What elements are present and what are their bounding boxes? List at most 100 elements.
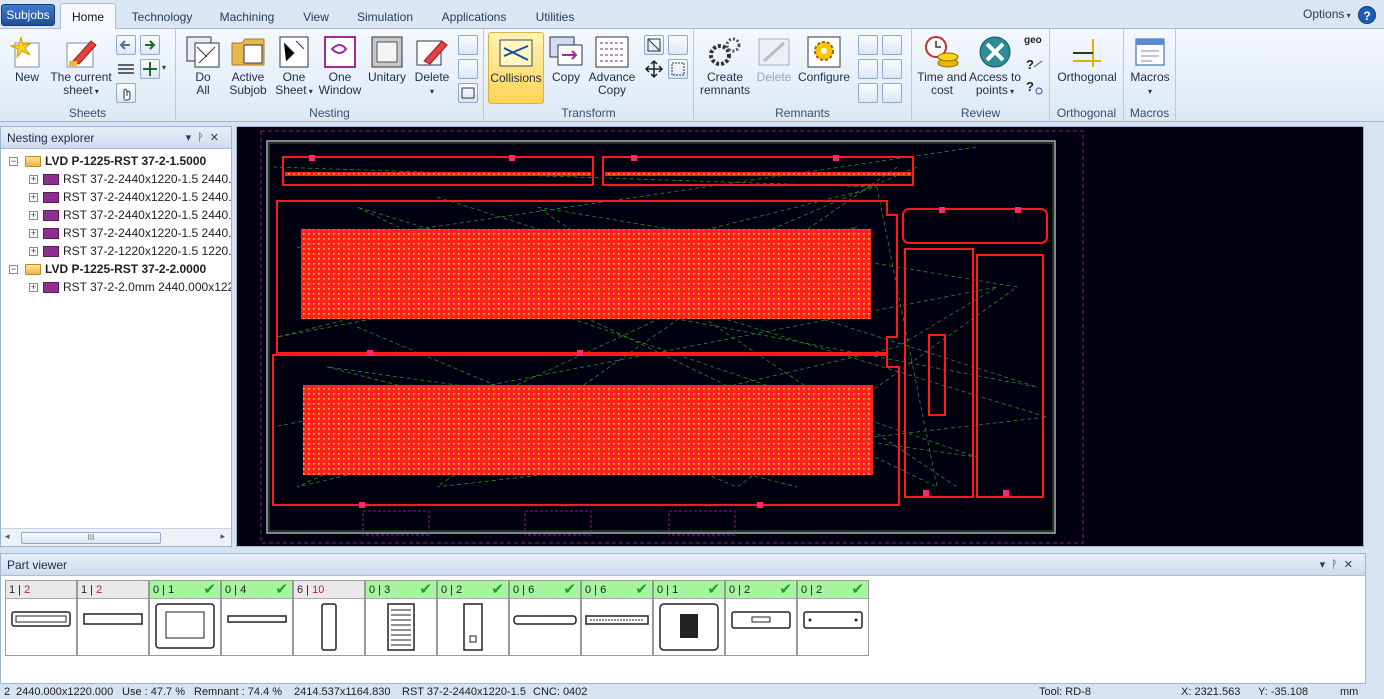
part-card[interactable]: 0 | 6 ✔ xyxy=(581,580,653,656)
nesting-canvas[interactable] xyxy=(236,126,1364,547)
part-card[interactable]: 1 | 2 xyxy=(77,580,149,656)
part-card[interactable]: 0 | 2 ✔ xyxy=(797,580,869,656)
hand-pointer-icon[interactable] xyxy=(116,83,136,103)
expand-toggle[interactable]: + xyxy=(29,247,38,256)
remnant-corner-icon[interactable] xyxy=(858,59,878,79)
chevron-down-icon: ▾ xyxy=(306,87,313,96)
delete-remnant-button[interactable]: Delete xyxy=(754,35,794,84)
help-icon[interactable]: ? xyxy=(1358,6,1376,24)
collapse-toggle[interactable]: − xyxy=(9,265,18,274)
tree-sheet-node[interactable]: RST 37-2-2440x1220-1.5 2440.000x1220.000 xyxy=(43,224,231,242)
remnant-tool-icon[interactable] xyxy=(882,35,902,55)
part-card[interactable]: 0 | 1 ✔ xyxy=(149,580,221,656)
part-card[interactable]: 0 | 2 ✔ xyxy=(437,580,509,656)
pin-icon[interactable]: ᚹ xyxy=(1331,559,1344,571)
scrollbar-thumb[interactable]: III xyxy=(21,532,161,544)
arrow-right-icon[interactable] xyxy=(140,35,160,55)
collapse-toggle[interactable]: − xyxy=(9,157,18,166)
pin-icon[interactable]: ᚹ xyxy=(197,132,210,144)
copy-button[interactable]: Copy xyxy=(546,35,586,84)
time-cost-label-2: cost xyxy=(930,83,953,97)
scroll-left-icon[interactable]: ◂ xyxy=(5,531,10,542)
panel-controls[interactable]: ▾ᚹ✕ xyxy=(186,127,225,149)
remnant-view-icon[interactable] xyxy=(882,83,902,103)
tree-sheet-node[interactable]: RST 37-2-2440x1220-1.5 2440.000x1220.000 xyxy=(43,206,231,224)
active-subjob-button[interactable]: Active Subjob xyxy=(226,35,270,97)
part-card[interactable]: 0 | 4 ✔ xyxy=(221,580,293,656)
query-icon[interactable]: ? xyxy=(1024,55,1044,75)
arrow-left-icon[interactable] xyxy=(116,35,136,55)
tab-machining[interactable]: Machining xyxy=(212,7,282,29)
subjobs-button[interactable]: Subjobs xyxy=(1,4,55,26)
options-menu[interactable]: Options ▾ ? xyxy=(1303,6,1376,24)
current-sheet-button[interactable]: The current sheet ▾ xyxy=(48,35,114,98)
part-card[interactable]: 0 | 1 ✔ xyxy=(653,580,725,656)
tree-job-node[interactable]: LVD P-1225-RST 37-2-1.5000 xyxy=(25,152,206,170)
one-window-button[interactable]: One Window xyxy=(318,35,362,97)
tree-sheet-node[interactable]: RST 37-2-2.0mm 2440.000x1220.000 xyxy=(43,278,231,296)
tab-simulation[interactable]: Simulation xyxy=(350,7,420,29)
scroll-right-icon[interactable]: ▸ xyxy=(220,531,225,542)
single-sheet-icon xyxy=(279,36,309,68)
collisions-button[interactable]: Collisions xyxy=(488,32,544,104)
move-arrows-icon[interactable] xyxy=(140,59,160,79)
part-card[interactable]: 0 | 6 ✔ xyxy=(509,580,581,656)
part-thumbnail xyxy=(513,615,577,625)
orthogonal-button[interactable]: Orthogonal xyxy=(1052,35,1122,84)
sheet-arrows-icon[interactable] xyxy=(458,59,478,79)
chevron-down-icon[interactable]: ▾ xyxy=(162,63,166,72)
chevron-down-icon[interactable]: ▾ xyxy=(1320,559,1332,571)
status-bar: 2 2440.000x1220.000 Use : 47.7 % Remnant… xyxy=(0,686,1384,699)
configure-button[interactable]: Configure xyxy=(796,35,852,84)
tree-sheet-node[interactable]: RST 37-2-2440x1220-1.5 2440.000x1220.000 xyxy=(43,188,231,206)
sheet-drawing[interactable] xyxy=(237,127,1365,548)
tab-utilities[interactable]: Utilities xyxy=(528,7,582,29)
tab-applications[interactable]: Applications xyxy=(436,7,512,29)
tab-home[interactable]: Home xyxy=(60,3,116,30)
expand-toggle[interactable]: + xyxy=(29,175,38,184)
macros-button[interactable]: Macros ▾ xyxy=(1126,35,1174,98)
horizontal-scrollbar[interactable]: ◂ III ▸ xyxy=(1,528,231,546)
one-sheet-button[interactable]: One Sheet ▾ xyxy=(272,35,316,98)
tree-sheet-node[interactable]: RST 37-2-1220x1220-1.5 1220.000x1220.000 xyxy=(43,242,231,260)
part-card[interactable]: 0 | 2 ✔ xyxy=(725,580,797,656)
frame-select-icon[interactable] xyxy=(668,59,688,79)
delete-nesting-button[interactable]: Delete ▾ xyxy=(412,35,452,98)
part-card[interactable]: 1 | 2 xyxy=(5,580,77,656)
part-card[interactable]: 0 | 3 ✔ xyxy=(365,580,437,656)
remnant-edit-icon[interactable] xyxy=(858,83,878,103)
rotate-icon[interactable] xyxy=(668,35,688,55)
new-sheet-button[interactable]: New xyxy=(4,35,50,84)
tab-technology[interactable]: Technology xyxy=(124,7,200,29)
close-icon[interactable]: ✕ xyxy=(210,132,225,144)
options-label[interactable]: Options xyxy=(1303,7,1344,21)
unitary-button[interactable]: Unitary xyxy=(364,35,410,84)
advance-copy-button[interactable]: Advance Copy xyxy=(588,35,636,97)
time-cost-button[interactable]: Time and cost xyxy=(916,35,968,97)
expand-toggle[interactable]: + xyxy=(29,211,38,220)
geo-button[interactable]: geo xyxy=(1024,35,1042,46)
move-icon[interactable] xyxy=(644,59,664,79)
chevron-down-icon[interactable]: ▾ xyxy=(186,132,198,144)
part-viewer-title: Part viewer xyxy=(7,558,68,572)
mirror-icon[interactable] xyxy=(644,35,664,55)
access-points-button[interactable]: Access to points ▾ xyxy=(968,35,1022,98)
remnant-hand-icon[interactable] xyxy=(858,35,878,55)
create-remnants-button[interactable]: Create remnants xyxy=(700,35,750,97)
tree-sheet-node[interactable]: RST 37-2-2440x1220-1.5 2440.000x1220.000 xyxy=(43,170,231,188)
expand-toggle[interactable]: + xyxy=(29,229,38,238)
query-points-icon[interactable]: ? xyxy=(1024,77,1044,97)
sheet-small-icon[interactable] xyxy=(458,35,478,55)
tab-view[interactable]: View xyxy=(296,7,336,29)
close-icon[interactable]: ✕ xyxy=(1344,559,1359,571)
part-card[interactable]: 6 | 10 xyxy=(293,580,365,656)
expand-toggle[interactable]: + xyxy=(29,283,38,292)
group-orthogonal: Orthogonal Orthogonal xyxy=(1050,29,1124,122)
layers-icon[interactable] xyxy=(116,59,136,79)
sheet-frame-icon[interactable] xyxy=(458,83,478,103)
do-all-button[interactable]: Do All xyxy=(182,35,224,97)
expand-toggle[interactable]: + xyxy=(29,193,38,202)
remnant-cut-icon[interactable] xyxy=(882,59,902,79)
tree-job-node[interactable]: LVD P-1225-RST 37-2-2.0000 xyxy=(25,260,206,278)
panel-controls[interactable]: ▾ᚹ✕ xyxy=(1320,554,1359,576)
